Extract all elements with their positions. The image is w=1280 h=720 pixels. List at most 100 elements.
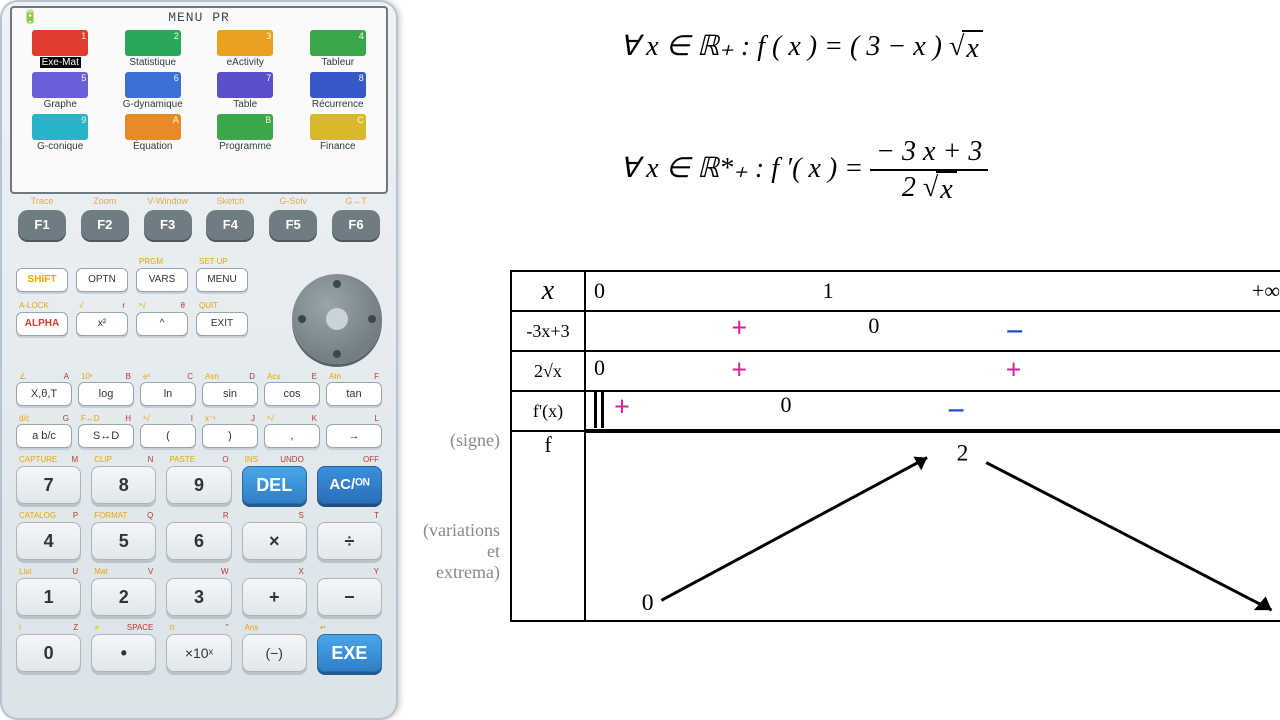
f1-sqrt: x <box>949 30 983 66</box>
mid-block: SHIFT OPTN PRGMVARS SET UPMENU A-LOCKALPHA √r… <box>16 268 382 364</box>
formula-f: ∀ x ∈ ℝ₊ : f ( x ) = ( 3 − x ) x <box>620 30 983 66</box>
f-keys-row: TraceF1 ZoomF2 V-WindowF3 SketchF4 G-SolvF5 G… <box>18 210 380 240</box>
battery-icon: 🔋 <box>22 10 39 26</box>
formula-f-prime: ∀ x ∈ ℝ*₊ : f ′( x ) = − 3 x + 3 2 x <box>620 135 988 206</box>
menu-title: MENU PR <box>168 10 230 25</box>
sign-table: x 0 1 +∞ -3x+3+0−2√x0++f'(x)+0− f 0 2 <box>510 270 1280 622</box>
key-9[interactable]: PASTEO9 <box>166 466 231 504</box>
f-header: f <box>511 431 585 621</box>
key-del[interactable]: INSUNDODEL <box>242 466 307 504</box>
key-cos[interactable]: AcsEcos <box>264 382 320 406</box>
fkey-f1[interactable]: TraceF1 <box>18 210 66 240</box>
menu-item-table[interactable]: 7Table <box>201 70 290 110</box>
key-10[interactable]: π"×10ˣ <box>166 634 231 672</box>
dpad-up[interactable] <box>333 280 341 288</box>
f1-prefix: ∀ x ∈ ℝ₊ : <box>620 31 757 62</box>
key-[interactable]: =SPACE• <box>91 634 156 672</box>
f2-prefix: ∀ x ∈ ℝ*₊ : <box>620 153 771 184</box>
key-menu[interactable]: SET UPMENU <box>196 268 248 292</box>
menu-item-graphe[interactable]: 5Graphe <box>16 70 105 110</box>
menu-grid: 1Exe-Mat2Statistique3eActivity4Tableur 5G… <box>16 28 382 152</box>
sign-row: f'(x)+0− <box>511 391 1280 431</box>
f2-fraction: − 3 x + 3 2 x <box>870 135 988 206</box>
menu-item-finance[interactable]: CFinance <box>294 112 383 152</box>
key-[interactable]: T÷ <box>317 522 382 560</box>
fkey-f2[interactable]: ZoomF2 <box>81 210 129 240</box>
sci-rows: ∠AX,θ,T10ˣBlogeˣClnAsnDsinAcsEcosAtnFtan… <box>10 382 388 448</box>
key-[interactable]: S× <box>242 522 307 560</box>
variation-arrows: 0 2 <box>586 433 1280 620</box>
menu-item-programme[interactable]: BProgramme <box>201 112 290 152</box>
f2-num: − 3 x + 3 <box>870 135 988 169</box>
key-shift[interactable]: SHIFT <box>16 268 68 292</box>
key-6[interactable]: R6 <box>166 522 231 560</box>
key-ac[interactable]: OFFAC/ᴼᴺ <box>317 466 382 504</box>
label-signe: (signe) <box>410 430 500 451</box>
key-[interactable]: Ans(−) <box>242 634 307 672</box>
menu-item-g-conique[interactable]: 9G-conique <box>16 112 105 152</box>
num-rows: CAPTUREM7 CLIPN8 PASTEO9 INSUNDODEL OFFAC/ᴼᴺ… <box>10 466 388 672</box>
menu-item-équation[interactable]: AÉquation <box>109 112 198 152</box>
key-1[interactable]: ListU1 <box>16 578 81 616</box>
label-variations: (variations et extrema) <box>400 520 500 583</box>
key-sd[interactable]: F↔DHS↔D <box>78 424 134 448</box>
menu-item-exe-mat[interactable]: 1Exe-Mat <box>16 28 105 68</box>
key-5[interactable]: FORMATQ5 <box>91 522 156 560</box>
key-0[interactable]: iZ0 <box>16 634 81 672</box>
x-header: x <box>542 275 554 306</box>
variation-row: f 0 2 <box>511 431 1280 621</box>
key-[interactable]: Y− <box>317 578 382 616</box>
key-exit[interactable]: QUITEXIT <box>196 312 248 336</box>
key-optn[interactable]: OPTN <box>76 268 128 292</box>
key-7[interactable]: CAPTUREM7 <box>16 466 81 504</box>
menu-item-statistique[interactable]: 2Statistique <box>109 28 198 68</box>
fkey-f4[interactable]: SketchF4 <box>206 210 254 240</box>
key-[interactable]: X+ <box>242 578 307 616</box>
dpad-left[interactable] <box>298 315 306 323</box>
menu-item-g-dynamique[interactable]: 6G-dynamique <box>109 70 198 110</box>
fkey-f3[interactable]: V-WindowF3 <box>144 210 192 240</box>
x-row: x 0 1 +∞ <box>511 271 1280 311</box>
key-3[interactable]: W3 <box>166 578 231 616</box>
f2-func: f ′( x ) = <box>771 153 863 184</box>
key-8[interactable]: CLIPN8 <box>91 466 156 504</box>
f-max: 2 <box>957 441 969 467</box>
key-alpha[interactable]: A-LOCKALPHA <box>16 312 68 336</box>
dpad-down[interactable] <box>333 350 341 358</box>
key-log[interactable]: 10ˣBlog <box>78 382 134 406</box>
key-tan[interactable]: AtnFtan <box>326 382 382 406</box>
key-xt[interactable]: ∠AX,θ,T <box>16 382 72 406</box>
calc-screen: 🔋 MENU PR 1Exe-Mat2Statistique3eActivity… <box>10 6 388 194</box>
mid-left: SHIFT OPTN PRGMVARS SET UPMENU A-LOCKALPHA √r… <box>16 268 248 336</box>
key-[interactable]: L→ <box>326 424 382 448</box>
key-[interactable]: x⁻¹J) <box>202 424 258 448</box>
sign-row: 2√x0++ <box>511 351 1280 391</box>
x-val-inf: +∞ <box>1051 278 1280 304</box>
key-2[interactable]: MatV2 <box>91 578 156 616</box>
menu-item-eactivity[interactable]: 3eActivity <box>201 28 290 68</box>
key-sin[interactable]: AsnDsin <box>202 382 258 406</box>
menu-item-tableur[interactable]: 4Tableur <box>294 28 383 68</box>
calculator: 🔋 MENU PR 1Exe-Mat2Statistique3eActivity… <box>0 0 398 720</box>
x-val-0: 0 <box>594 278 823 304</box>
key-exe[interactable]: ↵EXE <box>317 634 382 672</box>
key-4[interactable]: CATALOGP4 <box>16 522 81 560</box>
fkey-f6[interactable]: G↔TF6 <box>332 210 380 240</box>
fkey-f5[interactable]: G-SolvF5 <box>269 210 317 240</box>
f1-func: f ( x ) = ( 3 − x ) <box>757 31 942 62</box>
f-start: 0 <box>642 590 654 616</box>
screen-title: 🔋 MENU PR <box>16 10 382 26</box>
f2-den: 2 x <box>896 171 963 207</box>
key-abc[interactable]: d/cGa b/c <box>16 424 72 448</box>
sign-row: -3x+3+0− <box>511 311 1280 351</box>
d-pad[interactable] <box>292 274 382 364</box>
menu-item-récurrence[interactable]: 8Récurrence <box>294 70 383 110</box>
dpad-right[interactable] <box>368 315 376 323</box>
key-ln[interactable]: eˣCln <box>140 382 196 406</box>
key-^[interactable]: ˣ√θ^ <box>136 312 188 336</box>
key-[interactable]: ˣ√K, <box>264 424 320 448</box>
key-vars[interactable]: PRGMVARS <box>136 268 188 292</box>
key-x²[interactable]: √rx² <box>76 312 128 336</box>
key-[interactable]: ᵌ√I( <box>140 424 196 448</box>
x-val-1: 1 <box>823 278 1052 304</box>
